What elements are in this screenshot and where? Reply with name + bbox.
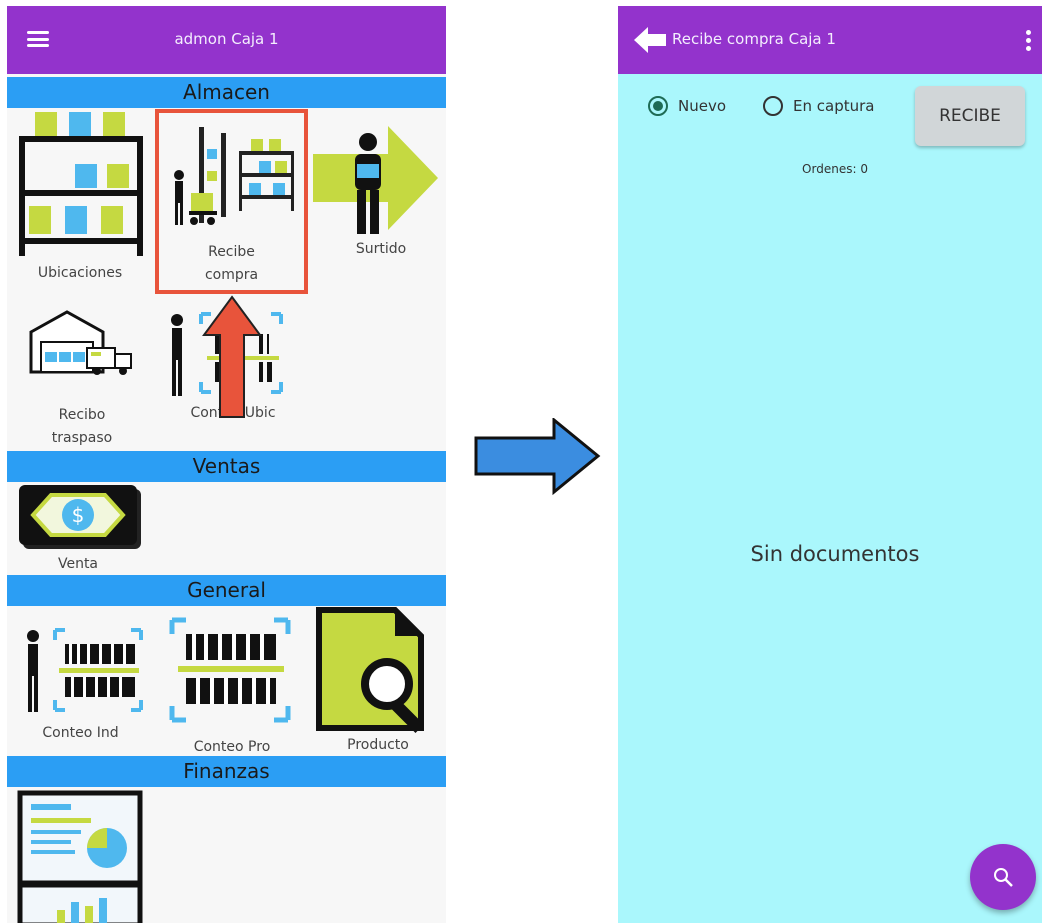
tile-surtido[interactable]: Surtido (313, 126, 446, 276)
tile-label-line1: Recibo (58, 407, 106, 423)
barcode-icon (169, 617, 291, 723)
search-fab[interactable] (970, 844, 1036, 910)
radio-nuevo[interactable]: Nuevo (648, 94, 738, 120)
radio-button-unselected[interactable] (763, 96, 783, 116)
tile-label: Conteo Pro (193, 739, 271, 755)
tile-label: Ubicaciones (37, 265, 123, 281)
app-bar: admon Caja 1 (7, 6, 446, 74)
app-bar: Recibe compra Caja 1 (618, 6, 1042, 74)
recibe-compra-screen: Recibe compra Caja 1 Nuevo En captura RE… (618, 6, 1042, 923)
tile-recibo-traspaso[interactable]: Recibo traspaso (17, 306, 147, 456)
picking-arrow-icon (313, 126, 438, 234)
ordenes-count: Ordenes: 0 (802, 162, 868, 176)
search-icon (994, 868, 1013, 887)
tile-label-line2: compra (204, 267, 259, 283)
app-title: admon Caja 1 (174, 30, 279, 48)
radio-en-captura[interactable]: En captura (763, 94, 893, 120)
tile-conteo-ind[interactable]: Conteo Ind (13, 610, 148, 755)
person-barcode-icon (27, 628, 143, 712)
tile-ubicaciones[interactable]: Ubicaciones (11, 110, 149, 290)
tile-recibe-compra[interactable]: Recibe compra (155, 109, 308, 294)
screen-title: Recibe compra Caja 1 (672, 30, 836, 48)
section-finanzas: Finanzas (7, 756, 446, 787)
money-bill-icon: $ (19, 485, 141, 549)
warehouse-receiving-icon (174, 127, 294, 225)
tile-conteo-pro[interactable]: Conteo Pro (162, 610, 302, 760)
radio-button-selected[interactable] (648, 96, 668, 116)
product-search-icon (316, 607, 424, 733)
report-chart-icon (17, 790, 143, 923)
main-menu-screen: admon Caja 1 Almacen Ubicaciones Recibe … (7, 6, 446, 923)
tile-label: Venta (57, 556, 99, 572)
warehouse-truck-icon (29, 310, 132, 375)
svg-text:$: $ (72, 503, 85, 527)
radio-label: Nuevo (678, 97, 727, 115)
tile-label: Conteo Ind (42, 725, 119, 741)
tile-venta[interactable]: $ Venta (13, 483, 143, 578)
overflow-menu-icon[interactable] (1026, 30, 1032, 52)
section-general: General (7, 575, 446, 606)
tile-producto[interactable]: Producto (305, 606, 446, 756)
flow-arrow-right-icon (474, 418, 601, 496)
empty-state-message: Sin documentos (750, 542, 920, 566)
tile-label-line1: Recibe (208, 244, 255, 260)
annotation-arrow-up-icon (202, 295, 262, 418)
radio-label: En captura (793, 97, 875, 115)
section-almacen: Almacen (7, 77, 446, 108)
shelving-icon (19, 112, 143, 256)
tile-label: Surtido (355, 241, 407, 257)
recibe-button[interactable]: RECIBE (915, 86, 1025, 146)
section-ventas: Ventas (7, 451, 446, 482)
tile-label-line2: traspaso (51, 430, 113, 446)
back-arrow-icon[interactable] (634, 27, 666, 53)
tile-label: Producto (347, 737, 409, 753)
tile-finanzas-report[interactable] (17, 790, 147, 923)
